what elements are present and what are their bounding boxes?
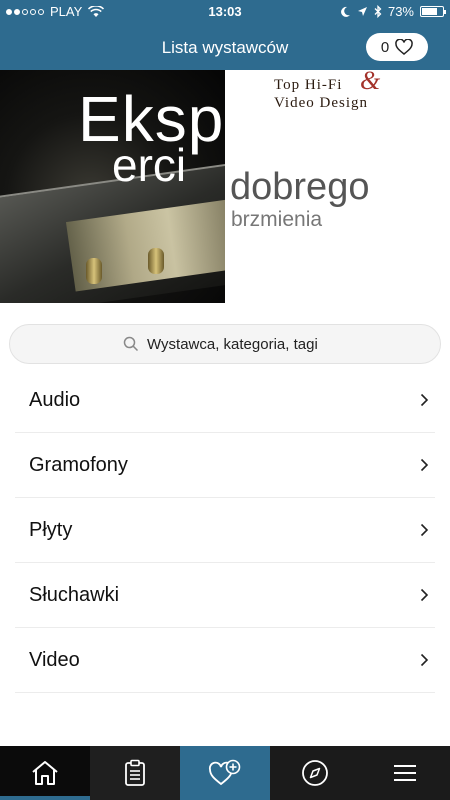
category-list: Audio Gramofony Płyty Słuchawki Video <box>15 368 435 693</box>
category-label: Gramofony <box>29 453 128 476</box>
search-icon <box>123 336 139 352</box>
chevron-right-icon <box>420 393 429 407</box>
battery-icon <box>420 6 446 17</box>
search-input[interactable] <box>147 335 327 353</box>
tab-favorites[interactable] <box>180 746 270 800</box>
category-item-audio[interactable]: Audio <box>15 368 435 433</box>
favorites-counter-button[interactable]: 0 <box>366 33 428 61</box>
clipboard-icon <box>125 759 145 786</box>
chevron-right-icon <box>420 523 429 537</box>
banner-tagline-2: brzmienia <box>231 208 323 231</box>
tab-explore[interactable] <box>270 746 360 800</box>
bluetooth-icon <box>374 5 382 18</box>
status-bar: PLAY 13:03 73% <box>0 0 450 24</box>
search-bar[interactable] <box>9 324 441 364</box>
category-label: Płyty <box>29 518 73 541</box>
category-item-sluchawki[interactable]: Słuchawki <box>15 563 435 628</box>
active-tab-indicator <box>0 796 90 800</box>
category-label: Video <box>29 648 80 671</box>
location-arrow-icon <box>357 7 367 16</box>
category-item-video[interactable]: Video <box>15 628 435 693</box>
tab-menu[interactable] <box>360 746 450 800</box>
home-icon <box>32 761 58 785</box>
hamburger-menu-icon <box>394 765 416 781</box>
battery-percent: 73% <box>387 4 414 19</box>
chevron-right-icon <box>420 588 429 602</box>
chevron-right-icon <box>420 458 429 472</box>
heart-plus-icon <box>209 759 241 786</box>
compass-icon <box>302 760 328 786</box>
chevron-right-icon <box>420 653 429 667</box>
tab-list[interactable] <box>90 746 180 800</box>
favorites-count: 0 <box>380 38 390 56</box>
category-label: Audio <box>29 388 81 411</box>
battery-fill <box>422 8 437 15</box>
brand-logo: Top Hi-Fi & Video Design <box>274 70 380 112</box>
status-right: 73% <box>340 4 446 19</box>
tab-bar <box>0 746 450 800</box>
brand-ampersand: & <box>360 70 381 95</box>
promo-banner[interactable]: Eksp erci Top Hi-Fi & Video Design dobre… <box>0 70 450 303</box>
banner-headline-2: erci <box>112 139 187 191</box>
app-header: Lista wystawców 0 <box>0 24 450 70</box>
tab-home[interactable] <box>0 746 90 800</box>
category-label: Słuchawki <box>29 583 120 606</box>
brand-line-1: Top Hi-Fi <box>274 77 343 93</box>
banner-tagline-1: dobrego <box>230 166 370 208</box>
category-item-plyty[interactable]: Płyty <box>15 498 435 563</box>
moon-icon <box>341 6 350 17</box>
brand-line-2: Video Design <box>274 95 369 111</box>
heart-icon <box>395 39 413 55</box>
category-item-gramofony[interactable]: Gramofony <box>15 433 435 498</box>
